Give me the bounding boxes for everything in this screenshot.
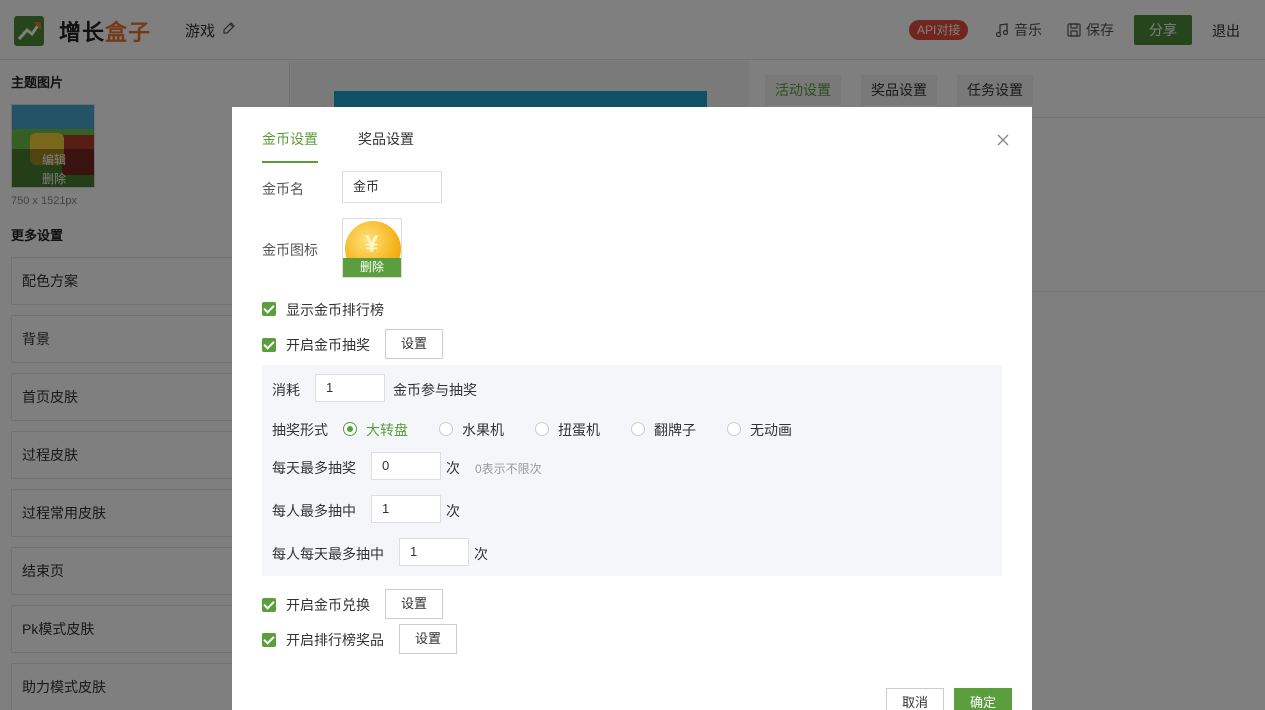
per-user-daily-max-input[interactable]: 1 bbox=[399, 538, 469, 566]
radio-no-animation-label: 无动画 bbox=[750, 422, 792, 438]
radio-fruit-machine-label: 水果机 bbox=[462, 422, 504, 438]
coin-name-input[interactable]: 金币 bbox=[342, 171, 442, 203]
lottery-form-label: 抽奖形式 bbox=[272, 422, 328, 438]
enable-exchange-checkbox[interactable] bbox=[262, 598, 276, 612]
coin-icon-delete-button[interactable]: 删除 bbox=[343, 258, 401, 277]
tab-modal-prize-settings[interactable]: 奖品设置 bbox=[358, 129, 414, 161]
daily-max-label: 每天最多抽奖 bbox=[272, 460, 356, 476]
show-rank-label: 显示金币排行榜 bbox=[286, 302, 384, 318]
radio-wheel[interactable] bbox=[343, 422, 357, 436]
radio-flip-cards[interactable] bbox=[631, 422, 645, 436]
coin-icon-label: 金币图标 bbox=[262, 242, 318, 258]
coin-icon-upload[interactable]: ¥ 删除 bbox=[342, 218, 402, 278]
consume-label: 消耗 bbox=[272, 382, 300, 398]
per-user-max-unit: 次 bbox=[446, 503, 460, 519]
exchange-settings-button[interactable]: 设置 bbox=[385, 589, 443, 619]
per-user-max-label: 每人最多抽中 bbox=[272, 503, 356, 519]
enable-lottery-label: 开启金币抽奖 bbox=[286, 337, 370, 353]
enable-exchange-label: 开启金币兑换 bbox=[286, 597, 370, 613]
radio-flip-cards-label: 翻牌子 bbox=[654, 422, 696, 438]
show-rank-checkbox[interactable] bbox=[262, 302, 276, 316]
radio-fruit-machine[interactable] bbox=[439, 422, 453, 436]
per-user-daily-max-unit: 次 bbox=[474, 546, 488, 562]
coin-name-label: 金币名 bbox=[262, 181, 304, 197]
per-user-max-input[interactable]: 1 bbox=[371, 495, 441, 523]
enable-rank-prize-label: 开启排行榜奖品 bbox=[286, 632, 384, 648]
confirm-button[interactable]: 确定 bbox=[954, 688, 1012, 710]
enable-lottery-checkbox[interactable] bbox=[262, 338, 276, 352]
daily-max-unit: 次 bbox=[446, 460, 460, 476]
rank-prize-settings-button[interactable]: 设置 bbox=[399, 624, 457, 654]
consume-suffix: 金币参与抽奖 bbox=[393, 382, 477, 398]
radio-gashapon-label: 扭蛋机 bbox=[558, 422, 600, 438]
lottery-settings-button[interactable]: 设置 bbox=[385, 329, 443, 359]
radio-wheel-label: 大转盘 bbox=[366, 422, 408, 438]
consume-input[interactable]: 1 bbox=[315, 374, 385, 402]
close-icon[interactable] bbox=[996, 133, 1010, 147]
coin-settings-dialog: 金币设置 奖品设置 金币名 金币 金币图标 ¥ 删除 显示金币排行榜 开启金币抽… bbox=[232, 107, 1032, 710]
radio-gashapon[interactable] bbox=[535, 422, 549, 436]
cancel-button[interactable]: 取消 bbox=[886, 688, 944, 710]
enable-rank-prize-checkbox[interactable] bbox=[262, 633, 276, 647]
radio-no-animation[interactable] bbox=[727, 422, 741, 436]
daily-max-hint: 0表示不限次 bbox=[475, 462, 542, 476]
per-user-daily-max-label: 每人每天最多抽中 bbox=[272, 546, 384, 562]
tab-coin-settings[interactable]: 金币设置 bbox=[262, 129, 318, 163]
daily-max-input[interactable]: 0 bbox=[371, 452, 441, 480]
